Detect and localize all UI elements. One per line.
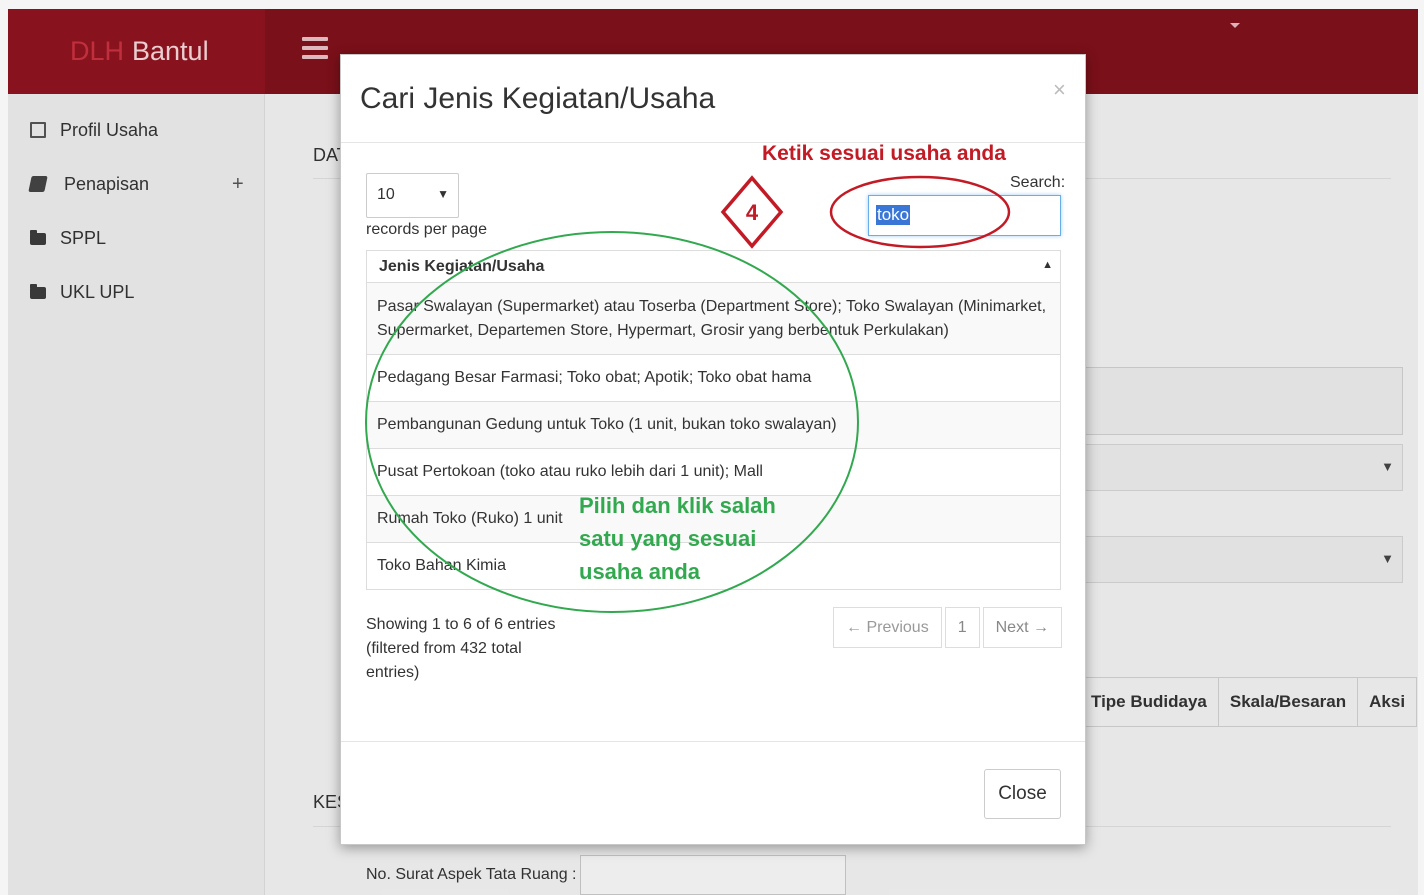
- annotation-layer: 4: [365, 175, 1011, 613]
- step-number: 4: [746, 200, 759, 225]
- red-instruction-caption: Ketik sesuai usaha anda: [762, 142, 1006, 165]
- green-instruction-caption-line: usaha anda: [579, 559, 701, 584]
- green-instruction-caption-line: Pilih dan klik salah: [579, 493, 776, 518]
- red-highlight-ellipse: [829, 175, 1011, 249]
- green-instruction-caption-line: satu yang sesuai: [579, 526, 757, 551]
